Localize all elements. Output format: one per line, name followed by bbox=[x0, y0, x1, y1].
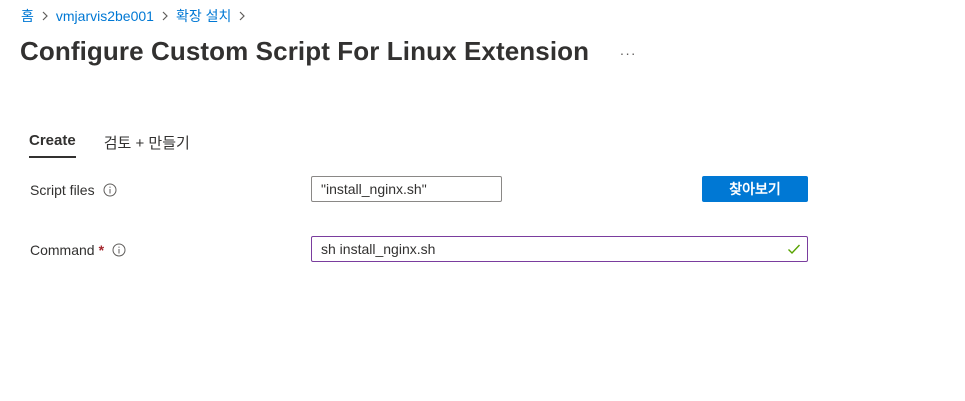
script-files-label-group: Script files bbox=[30, 182, 117, 198]
command-input[interactable] bbox=[311, 236, 808, 262]
breadcrumb: 홈 vmjarvis2be001 확장 설치 bbox=[21, 6, 253, 26]
script-files-input[interactable] bbox=[311, 176, 502, 202]
tab-create[interactable]: Create bbox=[29, 132, 76, 158]
browse-button[interactable]: 찾아보기 bbox=[702, 176, 808, 202]
required-indicator: * bbox=[98, 242, 105, 258]
command-label-group: Command * bbox=[30, 242, 126, 258]
command-label: Command bbox=[30, 242, 95, 258]
chevron-right-icon bbox=[154, 6, 176, 26]
breadcrumb-install-extension[interactable]: 확장 설치 bbox=[176, 6, 231, 26]
breadcrumb-vm[interactable]: vmjarvis2be001 bbox=[56, 8, 154, 24]
title-row: Configure Custom Script For Linux Extens… bbox=[20, 36, 640, 67]
checkmark-icon bbox=[787, 242, 801, 261]
info-icon[interactable] bbox=[112, 243, 126, 257]
info-icon[interactable] bbox=[103, 183, 117, 197]
script-files-row: Script files 찾아보기 bbox=[29, 176, 819, 204]
page-title: Configure Custom Script For Linux Extens… bbox=[20, 36, 590, 66]
page: 홈 vmjarvis2be001 확장 설치 Configure Custom … bbox=[0, 0, 965, 401]
more-options-button[interactable]: ··· bbox=[616, 40, 640, 64]
tab-review-create[interactable]: 검토 + 만들기 bbox=[104, 132, 190, 162]
chevron-right-icon bbox=[231, 6, 253, 26]
chevron-right-icon bbox=[34, 6, 56, 26]
command-row: Command * bbox=[29, 236, 819, 264]
breadcrumb-home[interactable]: 홈 bbox=[21, 6, 34, 26]
tab-list: Create 검토 + 만들기 bbox=[29, 132, 190, 162]
script-files-label: Script files bbox=[30, 182, 95, 198]
